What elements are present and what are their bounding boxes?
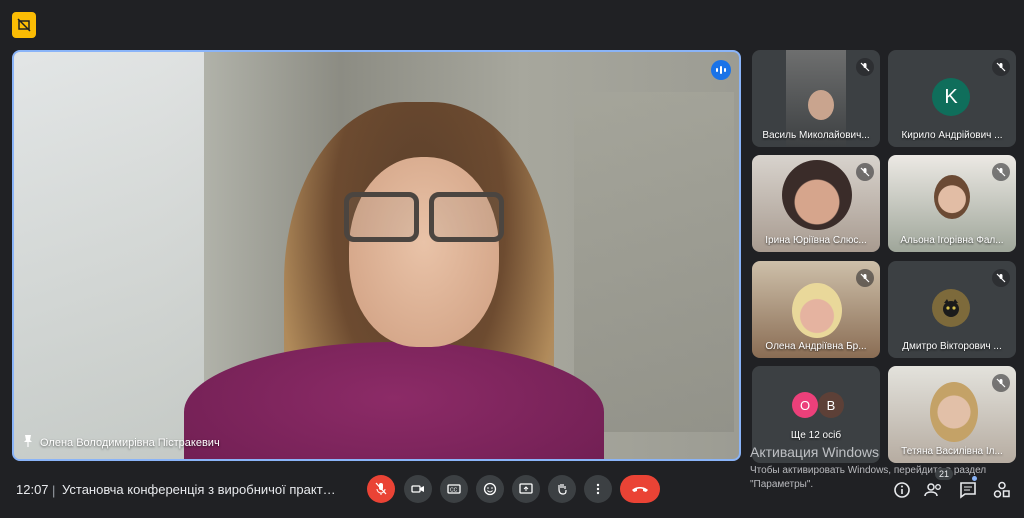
background-window [14, 52, 204, 459]
emoji-reactions-button[interactable] [476, 475, 504, 503]
avatar: B [818, 392, 844, 418]
avatar: O [792, 392, 818, 418]
chat-notification-dot [972, 476, 977, 481]
people-button[interactable] [922, 478, 946, 502]
captions-button[interactable]: CC [440, 475, 468, 503]
raise-hand-button[interactable] [548, 475, 576, 503]
leave-call-button[interactable] [620, 475, 660, 503]
more-options-button[interactable] [584, 475, 612, 503]
meeting-title: Установча конференція з виробничої практ… [62, 482, 342, 497]
speaker-face [349, 157, 499, 347]
mic-off-icon [856, 163, 874, 181]
speaking-indicator-icon [711, 60, 731, 80]
participant-name: Василь Миколайович... [762, 130, 870, 141]
participant-tile[interactable]: K Кирило Андрійович ... [888, 50, 1016, 147]
mic-off-icon [992, 163, 1010, 181]
microphone-button[interactable] [367, 475, 395, 503]
main-video-tile[interactable]: Олена Володимирівна Пістракевич [12, 50, 741, 461]
participant-name: Ірина Юріївна Слюс... [765, 235, 867, 246]
participant-tile[interactable]: Василь Миколайович... [752, 50, 880, 147]
mic-off-icon [856, 269, 874, 287]
pinned-name-label: Олена Володимирівна Пістракевич [40, 436, 220, 449]
mic-off-icon [856, 58, 874, 76]
participant-avatar-image [932, 289, 970, 327]
participant-tile[interactable]: Ірина Юріївна Слюс... [752, 155, 880, 252]
mic-off-icon [992, 58, 1010, 76]
participant-name: Кирило Андрійович ... [901, 130, 1003, 141]
more-avatars: O B [792, 392, 844, 418]
mic-off-icon [992, 269, 1010, 287]
participant-tile[interactable]: Дмитро Вікторович ... [888, 261, 1016, 358]
present-screen-button[interactable] [512, 475, 540, 503]
pinned-participant-name: Олена Володимирівна Пістракевич [22, 434, 220, 451]
bottom-toolbar: 12:07 | Установча конференція з виробнич… [0, 468, 1024, 518]
pin-icon[interactable] [22, 434, 34, 451]
participant-name: Олена Андріївна Бр... [765, 341, 867, 352]
meeting-details-button[interactable] [890, 478, 914, 502]
participant-name: Альона Ігорівна Фал... [900, 235, 1004, 246]
participant-tile[interactable]: Олена Андріївна Бр... [752, 261, 880, 358]
svg-text:CC: CC [450, 488, 458, 494]
speaker-glasses [344, 192, 504, 242]
people-count-badge: 21 [935, 468, 954, 480]
participant-tile[interactable]: Альона Ігорівна Фал... [888, 155, 1016, 252]
separator: | [52, 483, 56, 498]
host-controls-icon[interactable] [12, 12, 36, 38]
camera-button[interactable] [404, 475, 432, 503]
chat-button[interactable] [956, 478, 980, 502]
background-shelf [574, 92, 734, 432]
participant-avatar: K [932, 78, 970, 116]
mic-off-icon [992, 374, 1010, 392]
more-participants-label: Ще 12 осіб [790, 430, 842, 441]
participant-name: Дмитро Вікторович ... [902, 341, 1002, 352]
activities-button[interactable] [990, 478, 1014, 502]
watermark-title: Активация Windows [750, 444, 880, 460]
meeting-clock: 12:07 [16, 482, 49, 497]
